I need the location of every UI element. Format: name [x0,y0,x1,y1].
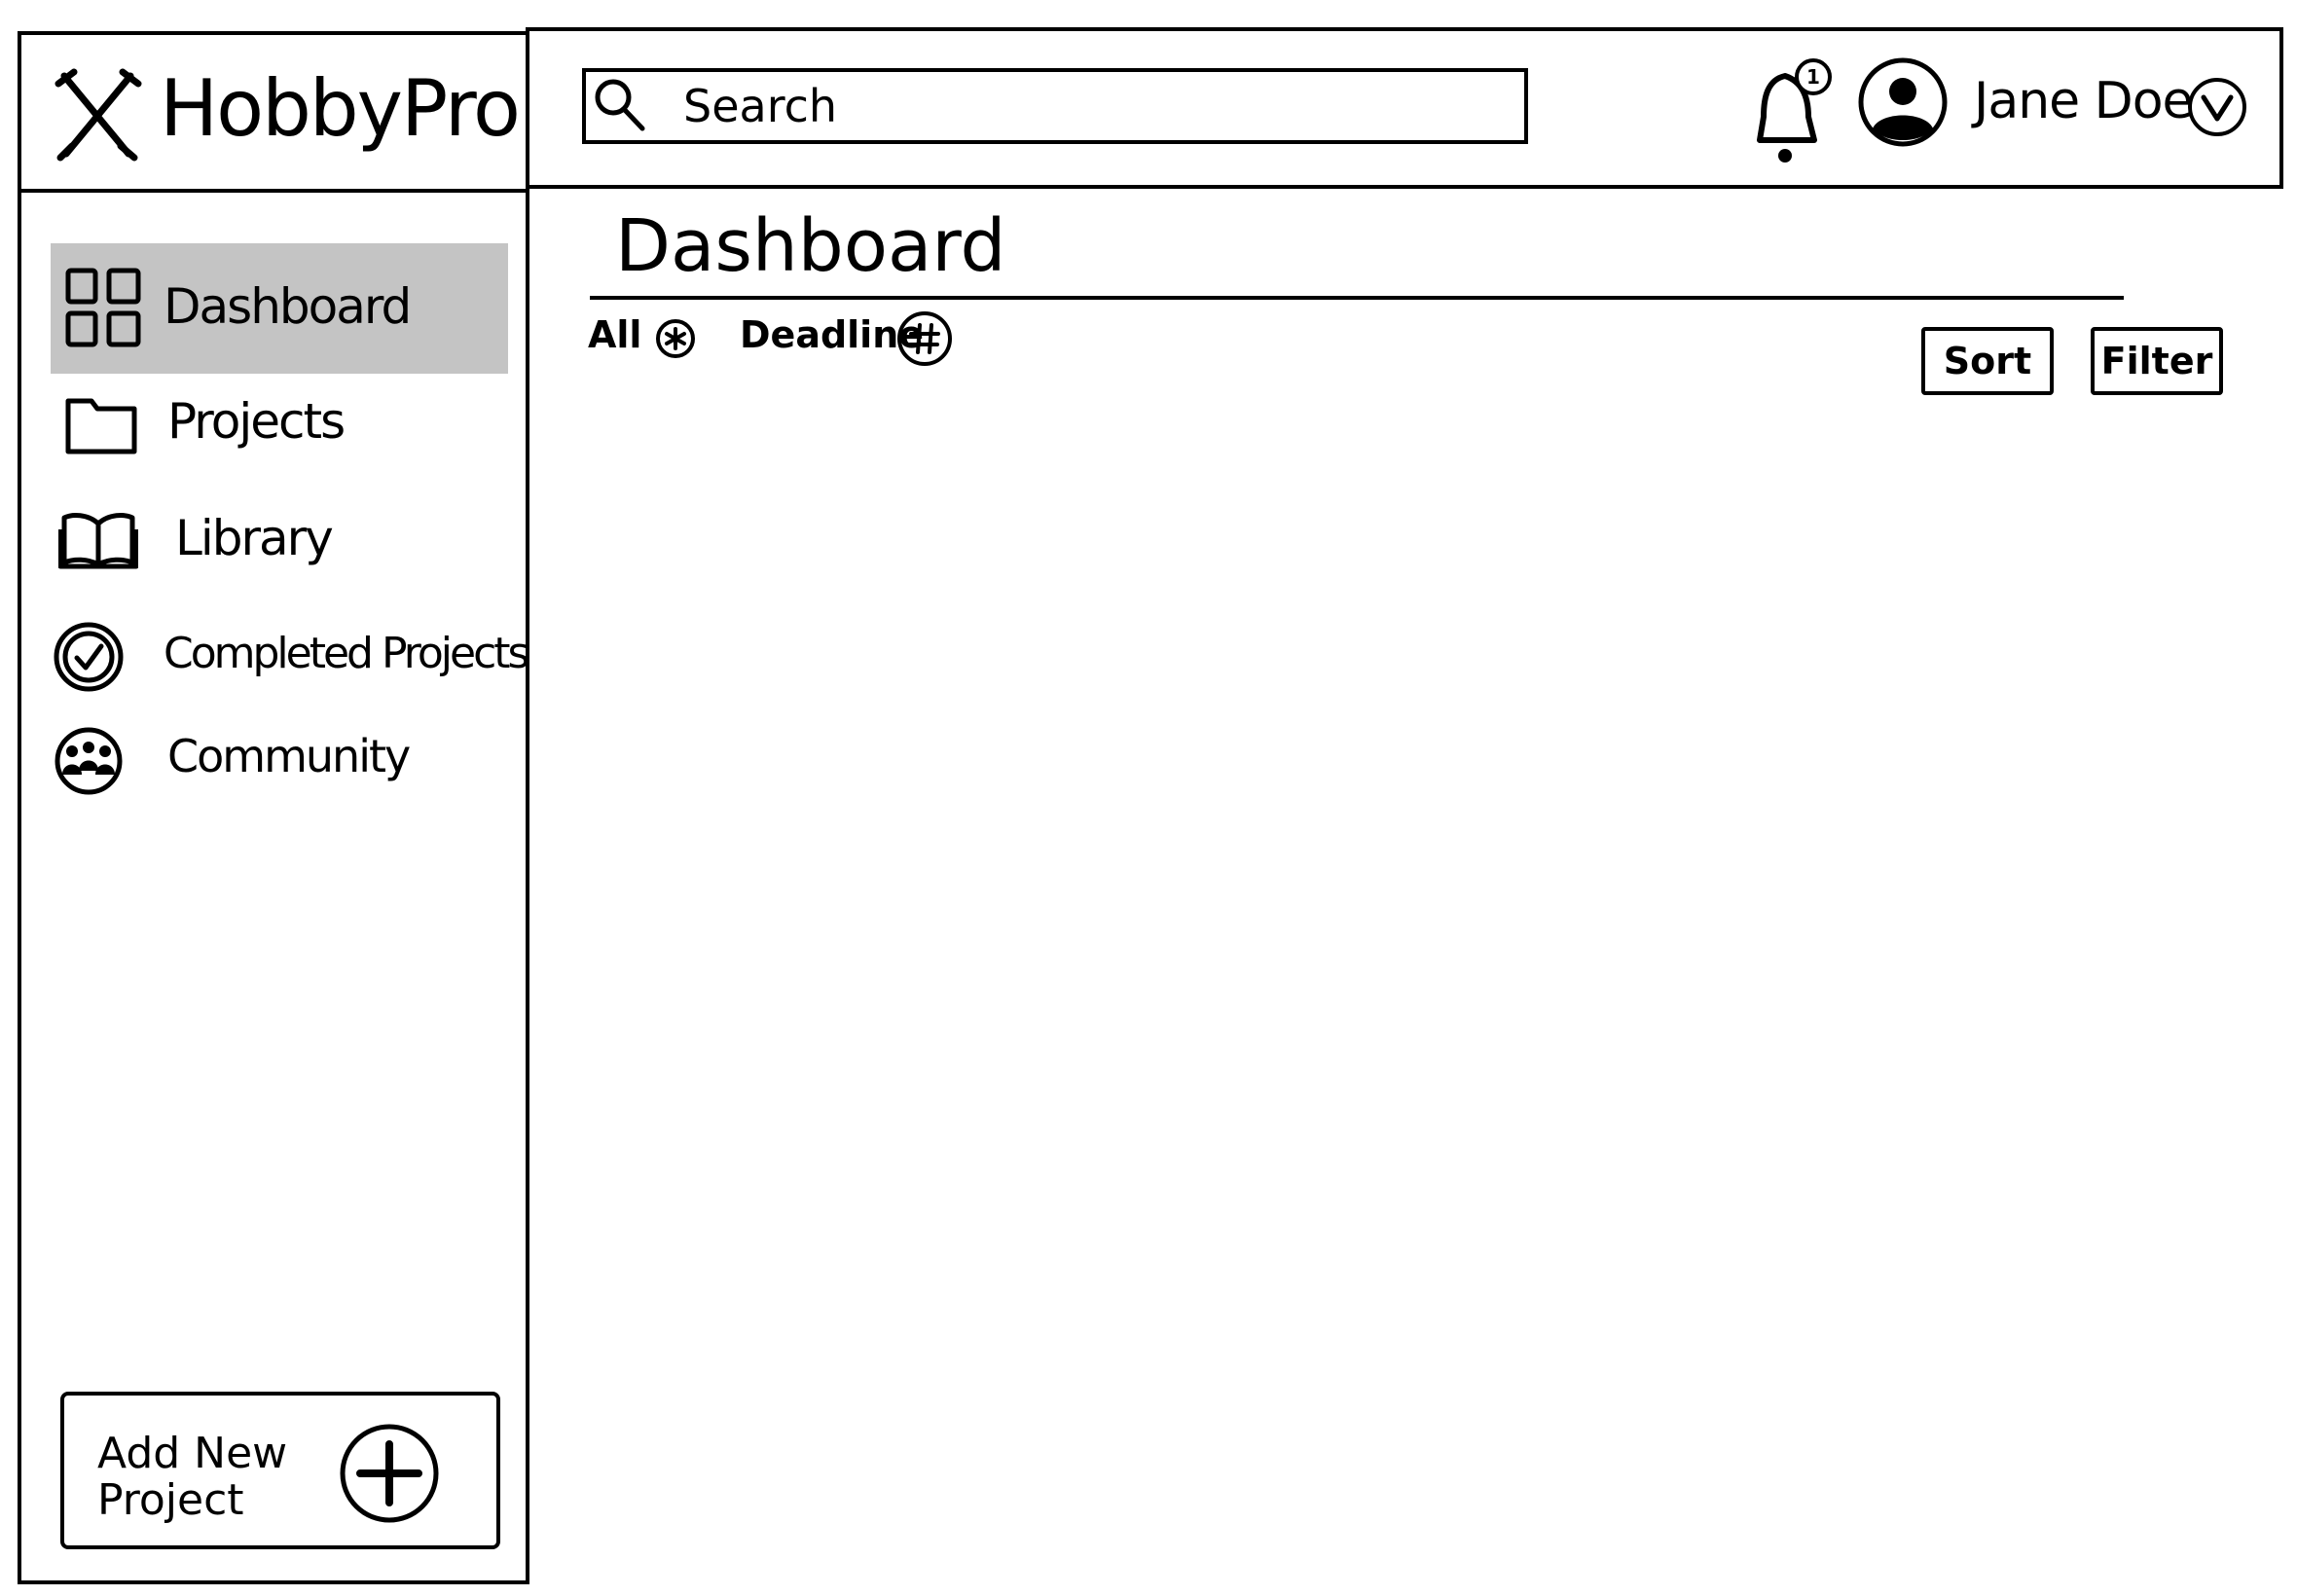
sidebar-item-library[interactable]: Library [51,490,508,621]
avatar[interactable] [1857,56,1949,148]
filter-button[interactable]: Filter [2091,327,2223,395]
sidebar-item-label: Dashboard [164,278,412,335]
sidebar-item-label: Completed Projects [164,629,529,678]
folder-icon [65,398,137,454]
add-new-project-label: Add New Project [97,1429,288,1525]
sidebar-item-label: Community [167,730,411,782]
plus-circle-icon [340,1424,439,1523]
top-bar: 1 Jane Doe [526,27,2283,189]
people-icon [55,727,123,795]
asterisk-circle-icon[interactable] [654,317,697,360]
add-new-project-button[interactable]: Add New Project [60,1392,500,1549]
hash-circle-icon[interactable] [895,309,954,368]
notification-badge: 1 [1795,58,1832,95]
sidebar: Dashboard Projects Library Completed Pro… [18,189,529,1584]
logo-icon [55,68,142,162]
filter-tag-all[interactable]: All [588,313,641,356]
sidebar-item-dashboard[interactable]: Dashboard [51,243,508,374]
check-circle-icon [54,622,124,692]
book-icon [58,513,138,569]
sidebar-item-community[interactable]: Community [51,708,508,839]
user-name: Jane Doe [1974,72,2194,130]
sidebar-item-projects[interactable]: Projects [51,374,508,504]
chevron-down-icon[interactable] [2188,78,2246,136]
page-title: Dashboard [615,204,1006,288]
app-name: HobbyPro [160,63,521,154]
search-input[interactable] [683,78,1501,134]
title-divider [590,296,2124,300]
search-icon [595,79,645,131]
sidebar-item-label: Projects [167,393,346,450]
filter-tag-label: All [588,313,642,356]
sidebar-item-label: Library [175,510,334,566]
grid-icon [65,268,141,347]
logo-area: HobbyPro [18,31,529,193]
search-bar[interactable] [582,68,1528,144]
sort-button[interactable]: Sort [1921,327,2054,395]
